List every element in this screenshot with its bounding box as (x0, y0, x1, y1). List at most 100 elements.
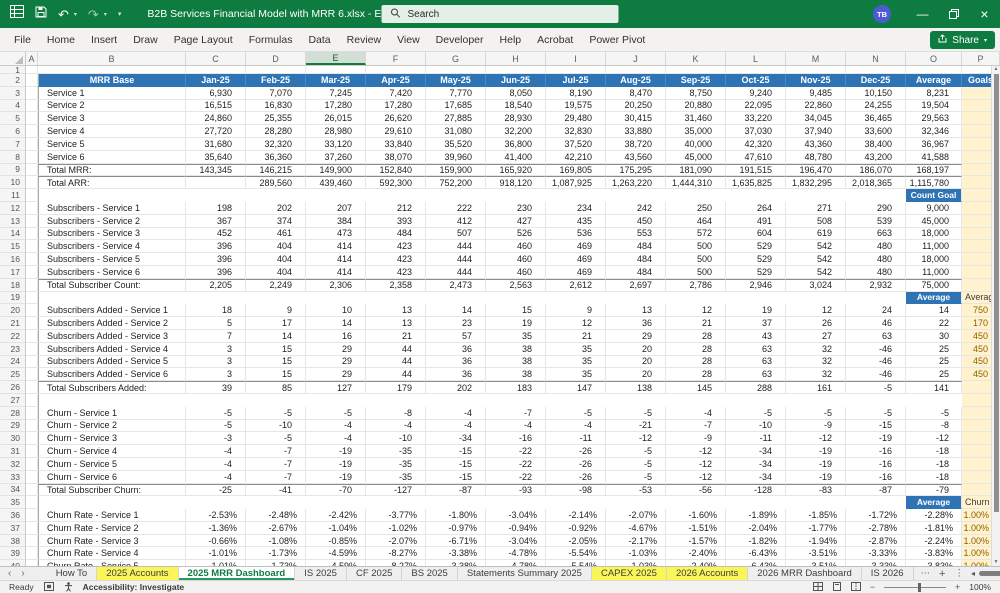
ribbon-tab-data[interactable]: Data (300, 28, 338, 52)
cell-O25[interactable]: 25 (906, 368, 962, 382)
cell-O29[interactable]: -8 (906, 419, 962, 433)
cell-F23[interactable]: 44 (366, 342, 426, 356)
ribbon-tab-file[interactable]: File (6, 28, 39, 52)
cell-A38[interactable] (26, 534, 38, 548)
cell-E39[interactable]: -4.59% (306, 547, 366, 561)
cell-D28[interactable]: -5 (246, 406, 306, 420)
cell-D20[interactable]: 9 (246, 304, 306, 318)
cell-F16[interactable]: 423 (366, 253, 426, 266)
cell-K21[interactable]: 21 (666, 317, 726, 330)
row-header-32[interactable]: 32 (0, 457, 26, 471)
cell-C35[interactable] (186, 496, 246, 509)
cell-M6[interactable]: 37,940 (786, 125, 846, 138)
cell-I19[interactable] (546, 292, 606, 305)
cell-C23[interactable]: 3 (186, 342, 246, 356)
cell-A13[interactable] (26, 214, 38, 228)
cell-N38[interactable]: -2.87% (846, 534, 906, 548)
row-header-19[interactable]: 19 (0, 291, 26, 305)
cell-I16[interactable]: 469 (546, 253, 606, 266)
cell-O20[interactable]: 14 (906, 304, 962, 318)
cell-M29[interactable]: -9 (786, 419, 846, 433)
sheet-tab-capex-2025[interactable]: CAPEX 2025 (591, 567, 667, 580)
cell-O14[interactable]: 18,000 (906, 227, 962, 241)
cell-M17[interactable]: 542 (786, 265, 846, 279)
cell-I15[interactable]: 469 (546, 240, 606, 254)
cell-N23[interactable]: -46 (846, 342, 906, 356)
cell-G27[interactable] (426, 394, 486, 407)
ribbon-tab-view[interactable]: View (389, 28, 428, 52)
cell-A12[interactable] (26, 201, 38, 215)
row-header-29[interactable]: 29 (0, 419, 26, 433)
scroll-left-icon[interactable]: ◂ (971, 569, 975, 578)
cell-H32[interactable]: -22 (486, 457, 546, 471)
cell-M19[interactable] (786, 292, 846, 305)
cell-O10[interactable]: 1,115,780 (906, 176, 962, 190)
cell-I17[interactable]: 469 (546, 265, 606, 279)
cell-D15[interactable]: 404 (246, 240, 306, 254)
cell-B14[interactable]: Subscribers - Service 3 (38, 227, 186, 241)
cell-H12[interactable]: 230 (486, 201, 546, 215)
close-button[interactable]: × (969, 0, 1000, 28)
cell-E40[interactable]: -4.59% (306, 560, 366, 566)
cell-E29[interactable]: -4 (306, 419, 366, 433)
cell-M37[interactable]: -1.77% (786, 521, 846, 535)
column-header-K[interactable]: K (666, 52, 726, 65)
cell-K13[interactable]: 464 (666, 214, 726, 228)
cell-B31[interactable]: Churn - Service 4 (38, 445, 186, 458)
cell-O18[interactable]: 75,000 (906, 278, 962, 292)
cell-O1[interactable] (906, 66, 962, 74)
cell-J40[interactable]: -1.03% (606, 560, 666, 566)
cell-A23[interactable] (26, 342, 38, 356)
accessibility-status[interactable]: Accessibility: Investigate (83, 582, 185, 592)
cell-M35[interactable] (786, 496, 846, 509)
cell-O36[interactable]: -2.28% (906, 509, 962, 522)
zoom-level[interactable]: 100% (969, 582, 991, 592)
cell-G20[interactable]: 14 (426, 304, 486, 318)
cell-F19[interactable] (366, 292, 426, 305)
cell-L35[interactable] (726, 496, 786, 509)
row-header-40[interactable]: 40 (0, 560, 26, 566)
cell-H21[interactable]: 19 (486, 317, 546, 330)
row-header-37[interactable]: 37 (0, 521, 26, 535)
cell-C7[interactable]: 31,680 (186, 137, 246, 151)
cell-F6[interactable]: 29,610 (366, 125, 426, 138)
cell-G30[interactable]: -34 (426, 432, 486, 446)
cell-B16[interactable]: Subscribers - Service 5 (38, 253, 186, 266)
cell-H18[interactable]: 2,563 (486, 278, 546, 292)
cell-O3[interactable]: 8,231 (906, 86, 962, 100)
cell-H35[interactable] (486, 496, 546, 509)
cell-K2[interactable]: Sep-25 (666, 74, 726, 87)
cell-I7[interactable]: 37,520 (546, 137, 606, 151)
sheet-tab-how-to[interactable]: How To (47, 567, 98, 580)
cell-K39[interactable]: -2.40% (666, 547, 726, 561)
cell-K28[interactable]: -4 (666, 406, 726, 420)
cell-L4[interactable]: 22,095 (726, 99, 786, 113)
cell-N27[interactable] (846, 394, 906, 407)
ribbon-tab-formulas[interactable]: Formulas (241, 28, 301, 52)
cell-A19[interactable] (26, 291, 38, 305)
cell-K6[interactable]: 35,000 (666, 125, 726, 138)
cell-L7[interactable]: 42,320 (726, 137, 786, 151)
cell-L23[interactable]: 63 (726, 342, 786, 356)
cell-A22[interactable] (26, 329, 38, 343)
cell-H4[interactable]: 18,540 (486, 99, 546, 113)
cell-J38[interactable]: -2.17% (606, 534, 666, 548)
cell-H28[interactable]: -7 (486, 406, 546, 420)
cell-K17[interactable]: 500 (666, 265, 726, 279)
cell-N31[interactable]: -16 (846, 445, 906, 458)
cell-I18[interactable]: 2,612 (546, 278, 606, 292)
cell-J14[interactable]: 553 (606, 227, 666, 241)
cell-F24[interactable]: 44 (366, 355, 426, 369)
cell-L31[interactable]: -34 (726, 445, 786, 458)
cell-A18[interactable] (26, 278, 38, 292)
cell-K3[interactable]: 8,750 (666, 86, 726, 100)
cell-J32[interactable]: -5 (606, 457, 666, 471)
cell-D8[interactable]: 36,360 (246, 150, 306, 164)
cell-G26[interactable]: 202 (426, 381, 486, 394)
cell-J6[interactable]: 33,880 (606, 125, 666, 138)
cell-H40[interactable]: -4.78% (486, 560, 546, 566)
row-header-11[interactable]: 11 (0, 189, 26, 202)
cell-J16[interactable]: 484 (606, 253, 666, 266)
cell-I22[interactable]: 21 (546, 329, 606, 343)
row-header-16[interactable]: 16 (0, 253, 26, 266)
